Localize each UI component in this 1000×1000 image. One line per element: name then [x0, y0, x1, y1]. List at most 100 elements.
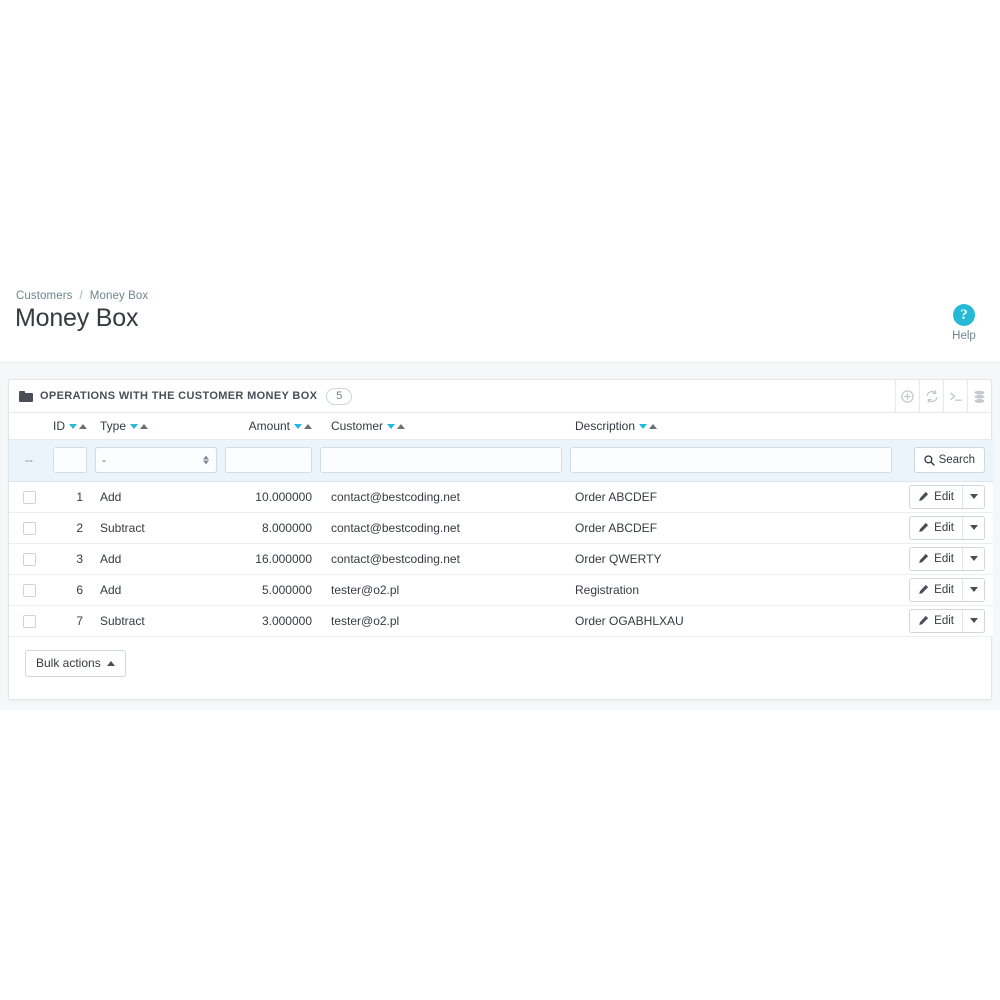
edit-button-group[interactable]: Edit [909, 484, 985, 509]
edit-button[interactable]: Edit [910, 547, 962, 570]
sort-asc-icon-amount[interactable] [304, 424, 312, 430]
edit-button-group[interactable]: Edit [909, 546, 985, 571]
filter-select-type[interactable]: - [95, 447, 217, 473]
filter-row: -- - Search [9, 439, 993, 482]
edit-button-label: Edit [934, 521, 954, 534]
edit-button-label: Edit [934, 583, 954, 596]
search-button[interactable]: Search [913, 447, 985, 473]
sort-asc-icon-customer[interactable] [397, 424, 406, 430]
table-row[interactable]: 1 Add 10.000000 contact@bestcoding.net O… [9, 481, 993, 513]
cell-actions: Edit [896, 574, 993, 606]
export-icon[interactable] [967, 380, 991, 413]
chevron-down-icon [969, 587, 978, 592]
row-checkbox[interactable] [22, 521, 36, 535]
edit-button-label: Edit [934, 490, 954, 503]
console-icon[interactable] [943, 380, 967, 413]
sort-asc-icon-id[interactable] [79, 424, 87, 430]
column-header-amount: Amount [221, 413, 316, 440]
filter-input-description[interactable] [570, 447, 892, 473]
breadcrumb: Customers / Money Box [16, 290, 148, 302]
row-checkbox-cell [9, 481, 49, 513]
row-checkbox[interactable] [22, 583, 36, 597]
row-checkbox[interactable] [22, 552, 36, 566]
column-header-checkbox [9, 413, 49, 440]
cell-amount: 8.000000 [221, 512, 316, 544]
filter-cell-id [49, 439, 91, 482]
filter-input-amount[interactable] [225, 447, 312, 473]
cell-description: Registration [566, 574, 896, 606]
edit-dropdown-toggle[interactable] [962, 485, 984, 508]
cell-customer: contact@bestcoding.net [316, 543, 566, 575]
edit-dropdown-toggle[interactable] [962, 609, 984, 632]
bulk-actions-button[interactable]: Bulk actions [25, 649, 126, 677]
cell-id: 1 [49, 481, 91, 513]
refresh-icon[interactable] [919, 380, 943, 413]
folder-icon [19, 390, 33, 402]
cell-description: Order ABCDEF [566, 481, 896, 513]
sort-desc-icon-customer[interactable] [387, 424, 396, 430]
edit-button[interactable]: Edit [910, 485, 962, 508]
filter-bulk-marker: -- [9, 439, 49, 482]
filter-input-id[interactable] [53, 447, 87, 473]
row-checkbox[interactable] [22, 490, 36, 504]
edit-button-group[interactable]: Edit [909, 608, 985, 633]
sort-desc-icon-id[interactable] [69, 424, 77, 430]
page-header: Customers / Money Box Money Box ? Help [0, 278, 1000, 358]
search-button-label: Search [938, 454, 975, 466]
column-header-actions [896, 413, 993, 440]
edit-dropdown-toggle[interactable] [962, 578, 984, 601]
cell-id: 6 [49, 574, 91, 606]
edit-dropdown-toggle[interactable] [962, 516, 984, 539]
table-body: -- - Search 1 Add 10.000000 contact@best… [9, 439, 993, 637]
sort-desc-icon-amount[interactable] [294, 424, 302, 430]
edit-dropdown-toggle[interactable] [962, 547, 984, 570]
question-circle-icon: ? [953, 304, 975, 326]
sort-controls-type [130, 418, 149, 432]
cell-type: Subtract [91, 605, 221, 637]
filter-cell-customer [316, 439, 566, 482]
edit-button-group[interactable]: Edit [909, 577, 985, 602]
table-row[interactable]: 3 Add 16.000000 contact@bestcoding.net O… [9, 543, 993, 575]
cell-id: 2 [49, 512, 91, 544]
cell-type: Subtract [91, 512, 221, 544]
sort-asc-icon-type[interactable] [140, 424, 149, 430]
sort-asc-icon-description[interactable] [649, 424, 658, 430]
filter-cell-amount [221, 439, 316, 482]
row-checkbox[interactable] [22, 614, 36, 628]
filter-select-wrap-type: - [95, 447, 217, 473]
search-icon [923, 454, 935, 466]
help-button[interactable]: ? Help [940, 304, 988, 342]
cell-id: 7 [49, 605, 91, 637]
filter-input-customer[interactable] [320, 447, 562, 473]
sort-desc-icon-type[interactable] [130, 424, 139, 430]
panel-toolbar [895, 380, 991, 413]
panel-header: OPERATIONS WITH THE CUSTOMER MONEY BOX 5 [9, 380, 991, 413]
help-label: Help [952, 330, 976, 342]
edit-button[interactable]: Edit [910, 609, 962, 632]
money-box-page: Customers / Money Box Money Box ? Help OPE… [0, 0, 1000, 1000]
edit-button[interactable]: Edit [910, 578, 962, 601]
cell-description: Order OGABHLXAU [566, 605, 896, 637]
edit-button-group[interactable]: Edit [909, 515, 985, 540]
pencil-icon [919, 553, 929, 563]
caret-up-icon [106, 660, 115, 666]
add-new-icon[interactable] [895, 380, 919, 413]
cell-amount: 3.000000 [221, 605, 316, 637]
chevron-down-icon [969, 525, 978, 530]
cell-amount: 10.000000 [221, 481, 316, 513]
panel-title: OPERATIONS WITH THE CUSTOMER MONEY BOX [40, 390, 318, 402]
column-header-type: Type [91, 413, 221, 440]
filter-cell-search: Search [896, 439, 993, 482]
cell-customer: tester@o2.pl [316, 605, 566, 637]
column-header-description: Description [566, 413, 896, 440]
table-row[interactable]: 6 Add 5.000000 tester@o2.pl Registration [9, 574, 993, 606]
chevron-down-icon [969, 618, 978, 623]
breadcrumb-parent-link[interactable]: Customers [16, 290, 73, 302]
table-row[interactable]: 7 Subtract 3.000000 tester@o2.pl Order O… [9, 605, 993, 637]
edit-button[interactable]: Edit [910, 516, 962, 539]
cell-actions: Edit [896, 481, 993, 513]
cell-description: Order QWERTY [566, 543, 896, 575]
sort-desc-icon-description[interactable] [639, 424, 648, 430]
table-row[interactable]: 2 Subtract 8.000000 contact@bestcoding.n… [9, 512, 993, 544]
pencil-icon [919, 584, 929, 594]
